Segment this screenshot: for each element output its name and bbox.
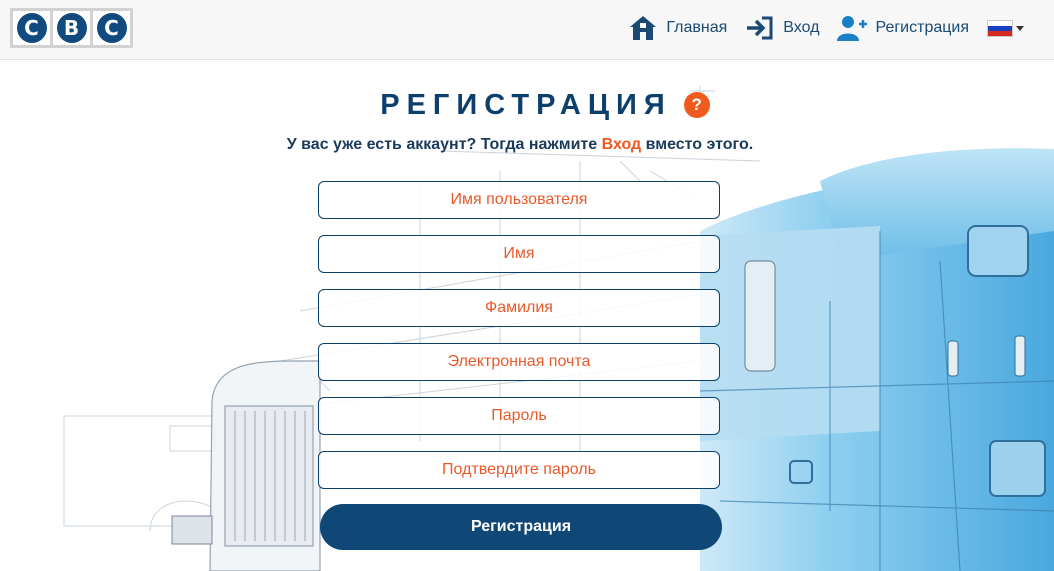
nav-home-label: Главная <box>666 19 728 36</box>
registration-section: РЕГИСТРАЦИЯ ? У вас уже есть аккаунт? То… <box>0 61 1054 571</box>
cbc-logo[interactable]: C B C <box>10 8 133 48</box>
sign-in-icon <box>747 16 773 40</box>
caret-down-icon <box>1016 25 1024 31</box>
house-icon <box>630 16 657 40</box>
nav-login-link[interactable]: Вход <box>745 14 819 42</box>
nav-login-label: Вход <box>783 19 820 36</box>
nav-links: Главная Вход Регистрация <box>628 12 1024 44</box>
nav-register-link[interactable]: Регистрация <box>837 14 969 42</box>
last-name-field[interactable] <box>318 289 720 327</box>
logo-letter: C <box>96 13 127 43</box>
register-submit-button[interactable]: Регистрация <box>320 504 722 550</box>
login-hint-text-end: вместо этого. <box>641 136 754 153</box>
logo-tile: B <box>53 11 90 45</box>
logo-letter: C <box>16 13 47 43</box>
logo-letter: B <box>56 13 87 43</box>
logo-tile: C <box>93 11 130 45</box>
user-plus-icon <box>837 16 868 41</box>
nav-register-label: Регистрация <box>875 19 969 36</box>
question-circle-icon[interactable]: ? <box>683 92 710 118</box>
login-hint-text: У вас уже есть аккаунт? Тогда нажмите <box>286 136 602 153</box>
email-field[interactable] <box>318 343 720 381</box>
login-hint-link[interactable]: Вход <box>602 136 642 153</box>
title-row: РЕГИСТРАЦИЯ ? <box>0 85 1054 125</box>
confirm-password-field[interactable] <box>318 451 720 489</box>
russia-flag-icon <box>987 19 1013 37</box>
language-dropdown[interactable] <box>987 19 1024 37</box>
login-hint: У вас уже есть аккаунт? Тогда нажмите Вх… <box>0 136 1040 154</box>
page-title: РЕГИСТРАЦИЯ <box>380 88 672 121</box>
first-name-field[interactable] <box>318 235 720 273</box>
logo-tile: C <box>13 11 50 45</box>
password-field[interactable] <box>318 397 720 435</box>
username-field[interactable] <box>318 181 720 219</box>
top-navbar: C B C Главная Вход Регистрация <box>0 0 1054 60</box>
nav-home-link[interactable]: Главная <box>628 14 727 42</box>
